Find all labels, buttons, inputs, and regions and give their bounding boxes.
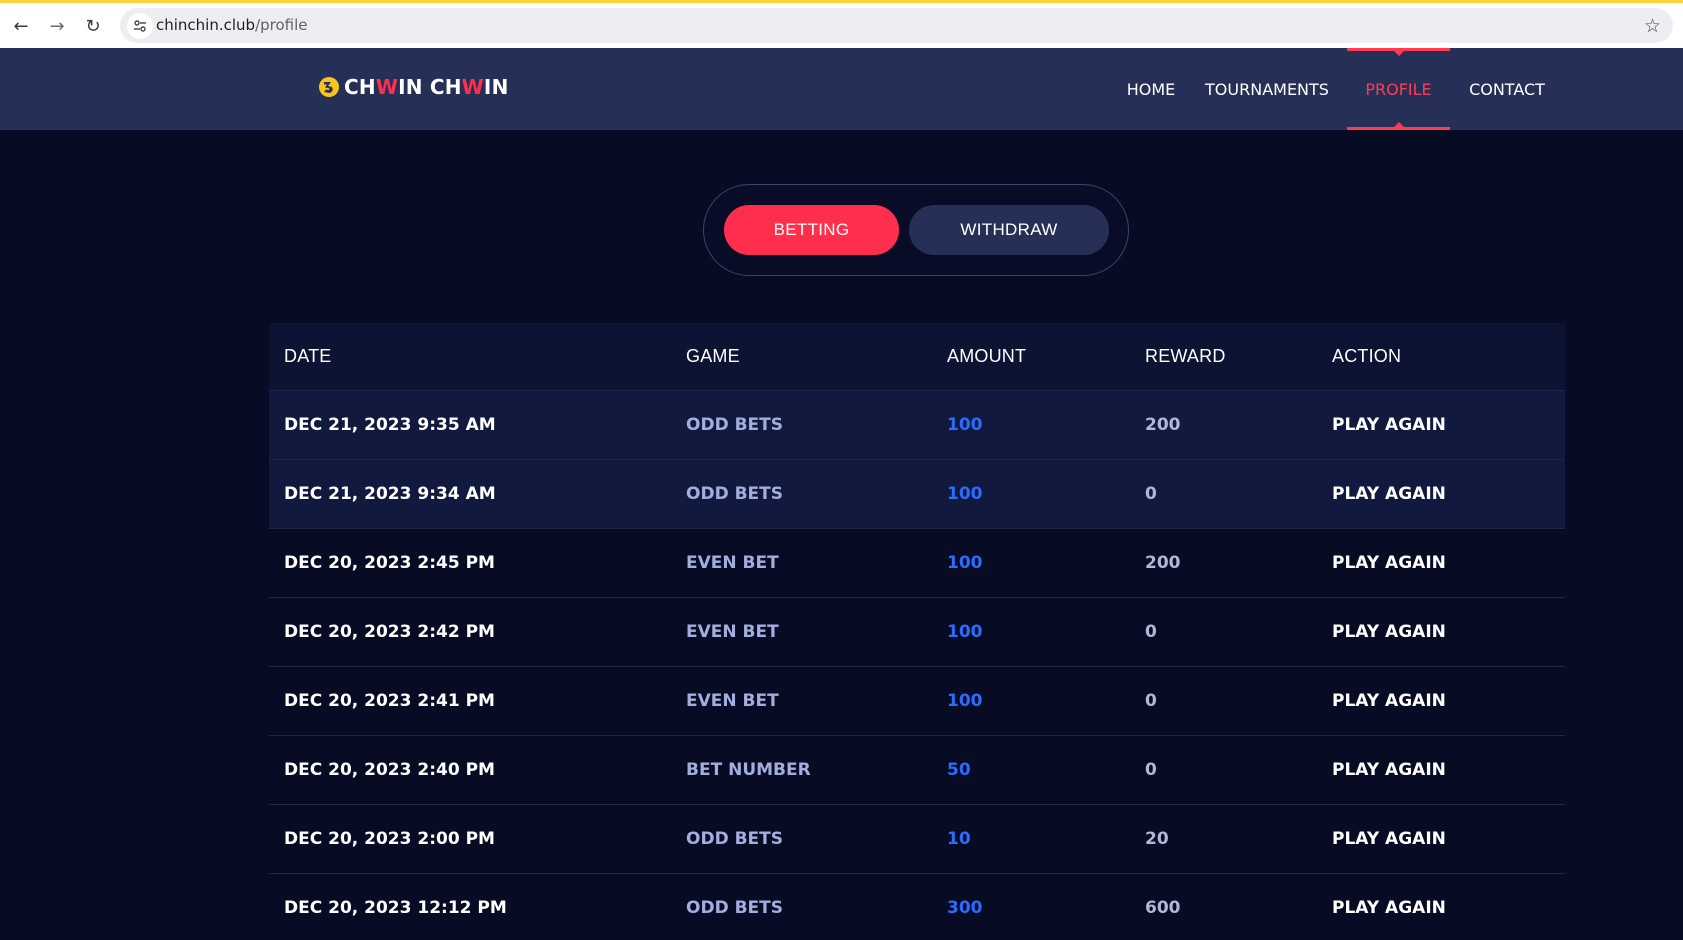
cell-reward: 0 [1145, 622, 1157, 642]
cell-reward: 20 [1145, 829, 1169, 849]
table-header-row: DATE GAME AMOUNT REWARD ACTION [269, 323, 1565, 391]
table-body: DEC 21, 2023 9:35 AM ODD BETS 100 200 PLAY A… [269, 391, 1565, 940]
cell-game: ODD BETS [686, 415, 784, 435]
url-text[interactable]: chinchin.club/profile [156, 16, 308, 34]
cell-date: DEC 20, 2023 2:42 PM [284, 622, 495, 642]
cell-reward: 200 [1145, 553, 1181, 573]
browser-toolbar: ← → ↻ chinchin.club/profile ☆ [0, 0, 1683, 48]
url-host: chinchin.club [156, 16, 256, 34]
table-row: DEC 20, 2023 2:00 PM ODD BETS 10 20 PLAY AGA… [269, 805, 1565, 874]
play-again-link[interactable]: PLAY AGAIN [1332, 484, 1446, 504]
logo-coin-icon [319, 77, 339, 97]
cell-reward: 0 [1145, 691, 1157, 711]
column-header-game: GAME [686, 346, 740, 366]
play-again-link[interactable]: PLAY AGAIN [1332, 691, 1446, 711]
cell-amount: 50 [947, 760, 971, 780]
betting-tab-button[interactable]: BETTING [724, 205, 899, 255]
history-type-toggle: BETTING WITHDRAW [703, 184, 1129, 276]
cell-date: DEC 20, 2023 12:12 PM [284, 898, 507, 918]
cell-amount: 100 [947, 691, 983, 711]
address-bar[interactable]: chinchin.club/profile ☆ [120, 8, 1673, 43]
reload-icon[interactable]: ↻ [80, 13, 106, 39]
table-row: DEC 20, 2023 2:42 PM EVEN BET 100 0 PLAY AGA… [269, 598, 1565, 667]
logo-text: CHWIN CHWIN [344, 75, 509, 99]
play-again-link[interactable]: PLAY AGAIN [1332, 760, 1446, 780]
cell-game: BET NUMBER [686, 760, 811, 780]
cell-date: DEC 20, 2023 2:00 PM [284, 829, 495, 849]
cell-reward: 200 [1145, 415, 1181, 435]
cell-amount: 300 [947, 898, 983, 918]
cell-date: DEC 20, 2023 2:40 PM [284, 760, 495, 780]
play-again-link[interactable]: PLAY AGAIN [1332, 898, 1446, 918]
table-row: DEC 20, 2023 2:41 PM EVEN BET 100 0 PLAY AGA… [269, 667, 1565, 736]
cell-amount: 10 [947, 829, 971, 849]
active-caret-top [1393, 51, 1404, 56]
play-again-link[interactable]: PLAY AGAIN [1332, 553, 1446, 573]
cell-game: ODD BETS [686, 829, 784, 849]
cell-amount: 100 [947, 484, 983, 504]
column-header-action: ACTION [1332, 346, 1402, 366]
cell-date: DEC 20, 2023 2:45 PM [284, 553, 495, 573]
column-header-date: DATE [284, 346, 332, 366]
cell-game: ODD BETS [686, 484, 784, 504]
table-row: DEC 20, 2023 12:12 PM ODD BETS 300 600 PLAY … [269, 874, 1565, 940]
column-header-amount: AMOUNT [947, 346, 1027, 366]
site-logo[interactable]: CHWIN CHWIN [318, 75, 509, 99]
site-header: CHWIN CHWIN HOME TOURNAMENTS PROFILE CON… [0, 48, 1683, 130]
nav-contact[interactable]: CONTACT [1460, 48, 1554, 130]
nav-home[interactable]: HOME [1108, 48, 1194, 130]
url-path: /profile [255, 16, 308, 34]
table-row: DEC 21, 2023 9:35 AM ODD BETS 100 200 PLAY A… [269, 391, 1565, 460]
betting-history-table: DATE GAME AMOUNT REWARD ACTION DEC 21, 2… [269, 323, 1565, 940]
nav-home-label: HOME [1126, 79, 1176, 99]
back-arrow-icon[interactable]: ← [8, 13, 34, 39]
cell-game: EVEN BET [686, 553, 779, 573]
cell-amount: 100 [947, 622, 983, 642]
cell-date: DEC 21, 2023 9:34 AM [284, 484, 496, 504]
nav-tournaments-label: TOURNAMENTS [1205, 79, 1329, 99]
cell-reward: 600 [1145, 898, 1181, 918]
cell-date: DEC 20, 2023 2:41 PM [284, 691, 495, 711]
cell-date: DEC 21, 2023 9:35 AM [284, 415, 496, 435]
table-row: DEC 20, 2023 2:45 PM EVEN BET 100 200 PLAY A… [269, 529, 1565, 598]
site-info-icon[interactable] [127, 13, 153, 39]
cell-reward: 0 [1145, 760, 1157, 780]
cell-game: ODD BETS [686, 898, 784, 918]
nav-profile[interactable]: PROFILE [1347, 48, 1450, 130]
cell-reward: 0 [1145, 484, 1157, 504]
table-row: DEC 21, 2023 9:34 AM ODD BETS 100 0 PLAY AGA… [269, 460, 1565, 529]
withdraw-tab-button[interactable]: WITHDRAW [909, 205, 1109, 255]
cell-amount: 100 [947, 415, 983, 435]
bookmark-star-icon[interactable]: ☆ [1644, 15, 1661, 37]
table-row: DEC 20, 2023 2:40 PM BET NUMBER 50 0 PLAY AG… [269, 736, 1565, 805]
play-again-link[interactable]: PLAY AGAIN [1332, 415, 1446, 435]
nav-profile-label: PROFILE [1365, 79, 1432, 99]
cell-game: EVEN BET [686, 691, 779, 711]
cell-game: EVEN BET [686, 622, 779, 642]
play-again-link[interactable]: PLAY AGAIN [1332, 622, 1446, 642]
play-again-link[interactable]: PLAY AGAIN [1332, 829, 1446, 849]
forward-arrow-icon[interactable]: → [44, 13, 70, 39]
nav-tournaments[interactable]: TOURNAMENTS [1196, 48, 1338, 130]
cell-amount: 100 [947, 553, 983, 573]
column-header-reward: REWARD [1145, 346, 1226, 366]
nav-contact-label: CONTACT [1469, 79, 1545, 99]
active-indicator-bottom [1347, 127, 1450, 130]
